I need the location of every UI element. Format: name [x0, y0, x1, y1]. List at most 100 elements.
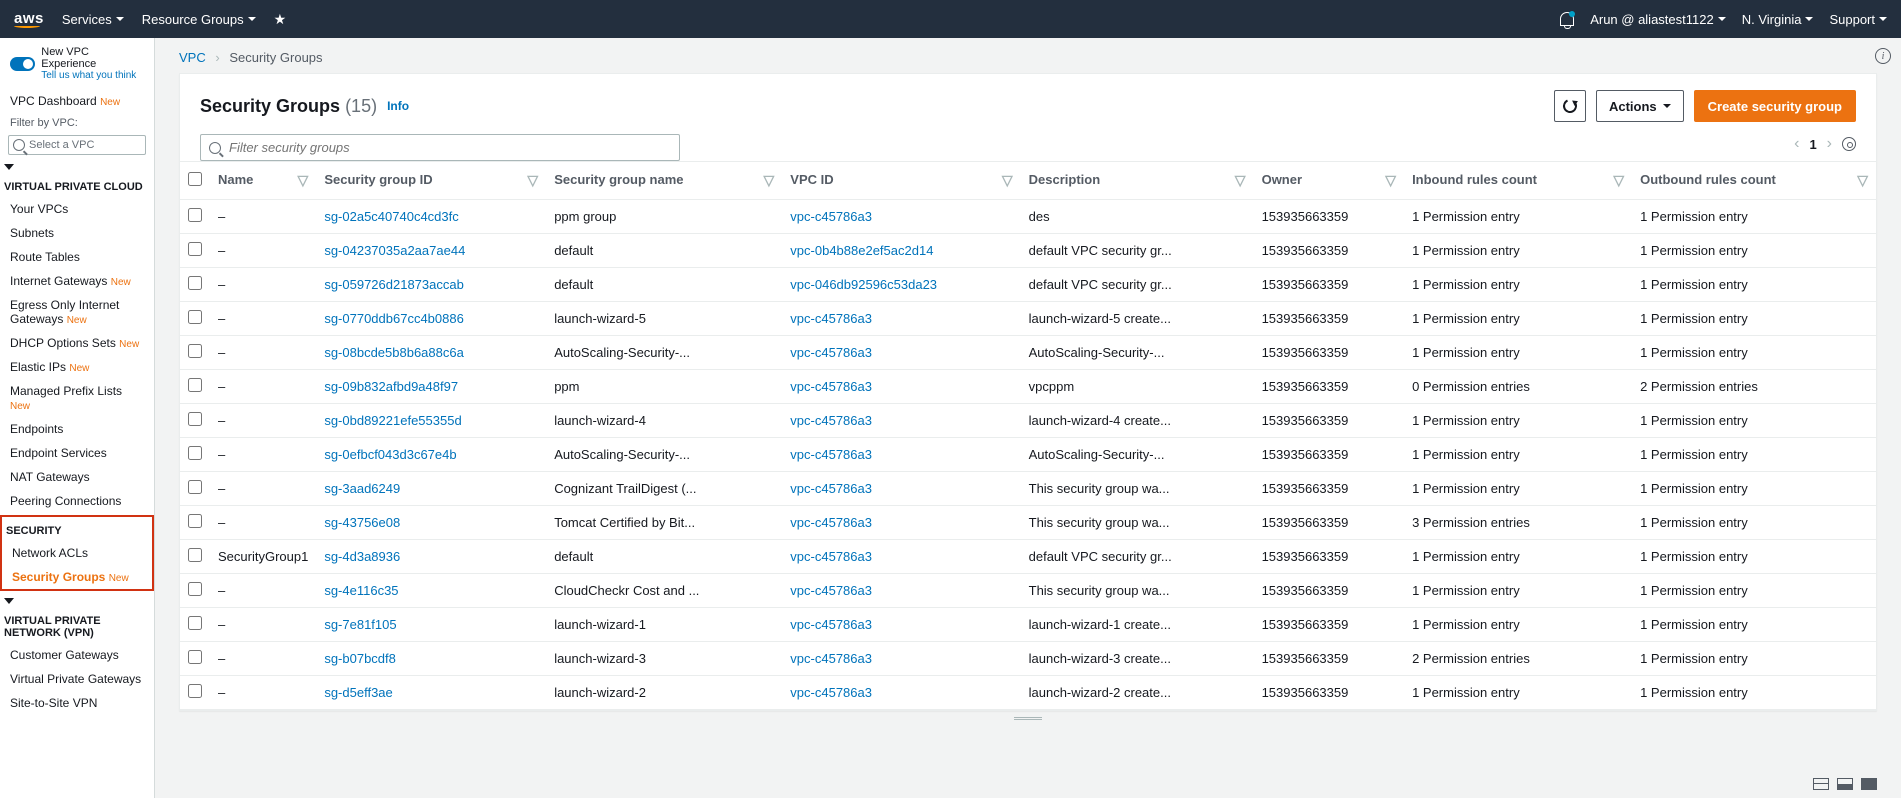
row-checkbox[interactable] — [188, 548, 202, 562]
select-vpc-dropdown[interactable]: Select a VPC — [8, 135, 146, 155]
col-sgname[interactable]: Security group name▽ — [546, 162, 782, 200]
new-experience-toggle[interactable]: New VPC Experience Tell us what you thin… — [0, 38, 154, 89]
pin-icon[interactable]: ★ — [274, 11, 287, 28]
collapse-icon[interactable] — [4, 164, 14, 170]
table-row[interactable]: – sg-08bcde5b8b6a88c6a AutoScaling-Secur… — [180, 336, 1876, 370]
col-name[interactable]: Name▽ — [210, 162, 316, 200]
services-menu[interactable]: Services — [62, 12, 124, 27]
table-row[interactable]: – sg-059726d21873accab default vpc-046db… — [180, 268, 1876, 302]
sidebar-item-endpoint-services[interactable]: Endpoint Services — [0, 441, 154, 465]
cell-vpcid-link[interactable]: vpc-c45786a3 — [790, 311, 872, 326]
tell-us-link[interactable]: Tell us what you think — [41, 70, 144, 81]
page-next-button[interactable]: › — [1827, 135, 1832, 153]
table-row[interactable]: – sg-43756e08 Tomcat Certified by Bit...… — [180, 506, 1876, 540]
cell-sgid-link[interactable]: sg-4d3a8936 — [324, 549, 400, 564]
sidebar-item-customer-gateways[interactable]: Customer Gateways — [0, 643, 154, 667]
table-row[interactable]: – sg-04237035a2aa7ae44 default vpc-0b4b8… — [180, 234, 1876, 268]
account-menu[interactable]: Arun @ aliastest1122 — [1590, 12, 1726, 27]
collapse-icon[interactable] — [4, 598, 14, 604]
notifications-button[interactable] — [1560, 12, 1574, 26]
table-row[interactable]: – sg-b07bcdf8 launch-wizard-3 vpc-c45786… — [180, 642, 1876, 676]
col-vpcid[interactable]: VPC ID▽ — [782, 162, 1020, 200]
row-checkbox[interactable] — [188, 242, 202, 256]
sidebar-item-prefix-lists[interactable]: Managed Prefix Lists New — [0, 379, 154, 417]
support-menu[interactable]: Support — [1829, 12, 1887, 27]
layout-split-icon[interactable] — [1813, 778, 1829, 790]
cell-sgid-link[interactable]: sg-0770ddb67cc4b0886 — [324, 311, 464, 326]
create-security-group-button[interactable]: Create security group — [1694, 90, 1856, 122]
row-checkbox[interactable] — [188, 344, 202, 358]
layout-bottom-icon[interactable] — [1837, 778, 1853, 790]
region-menu[interactable]: N. Virginia — [1742, 12, 1814, 27]
aws-logo[interactable]: aws — [14, 10, 44, 28]
sidebar-item-route-tables[interactable]: Route Tables — [0, 245, 154, 269]
table-row[interactable]: – sg-7e81f105 launch-wizard-1 vpc-c45786… — [180, 608, 1876, 642]
cell-vpcid-link[interactable]: vpc-c45786a3 — [790, 651, 872, 666]
col-outbound[interactable]: Outbound rules count▽ — [1632, 162, 1876, 200]
cell-sgid-link[interactable]: sg-43756e08 — [324, 515, 400, 530]
sidebar-item-endpoints[interactable]: Endpoints — [0, 417, 154, 441]
resource-groups-menu[interactable]: Resource Groups — [142, 12, 256, 27]
cell-sgid-link[interactable]: sg-09b832afbd9a48f97 — [324, 379, 458, 394]
cell-sgid-link[interactable]: sg-0bd89221efe55355d — [324, 413, 461, 428]
col-inbound[interactable]: Inbound rules count▽ — [1404, 162, 1632, 200]
actions-dropdown[interactable]: Actions — [1596, 90, 1684, 122]
cell-sgid-link[interactable]: sg-b07bcdf8 — [324, 651, 396, 666]
sidebar-item-virtual-private-gateways[interactable]: Virtual Private Gateways — [0, 667, 154, 691]
cell-vpcid-link[interactable]: vpc-c45786a3 — [790, 583, 872, 598]
row-checkbox[interactable] — [188, 582, 202, 596]
sidebar-item-dhcp[interactable]: DHCP Options Sets New — [0, 331, 154, 355]
cell-vpcid-link[interactable]: vpc-c45786a3 — [790, 379, 872, 394]
sidebar-item-elastic-ips[interactable]: Elastic IPs New — [0, 355, 154, 379]
cell-sgid-link[interactable]: sg-7e81f105 — [324, 617, 396, 632]
select-all-checkbox[interactable] — [188, 172, 202, 186]
cell-sgid-link[interactable]: sg-d5eff3ae — [324, 685, 392, 700]
table-row[interactable]: – sg-d5eff3ae launch-wizard-2 vpc-c45786… — [180, 676, 1876, 710]
cell-vpcid-link[interactable]: vpc-c45786a3 — [790, 617, 872, 632]
table-row[interactable]: – sg-0bd89221efe55355d launch-wizard-4 v… — [180, 404, 1876, 438]
col-desc[interactable]: Description▽ — [1021, 162, 1254, 200]
row-checkbox[interactable] — [188, 208, 202, 222]
sidebar-item-nat-gateways[interactable]: NAT Gateways — [0, 465, 154, 489]
cell-vpcid-link[interactable]: vpc-0b4b88e2ef5ac2d14 — [790, 243, 933, 258]
cell-sgid-link[interactable]: sg-04237035a2aa7ae44 — [324, 243, 465, 258]
row-checkbox[interactable] — [188, 514, 202, 528]
cell-sgid-link[interactable]: sg-4e116c35 — [324, 583, 398, 598]
table-row[interactable]: – sg-3aad6249 Cognizant TrailDigest (...… — [180, 472, 1876, 506]
row-checkbox[interactable] — [188, 480, 202, 494]
row-checkbox[interactable] — [188, 650, 202, 664]
cell-vpcid-link[interactable]: vpc-c45786a3 — [790, 549, 872, 564]
table-row[interactable]: SecurityGroup1 sg-4d3a8936 default vpc-c… — [180, 540, 1876, 574]
cell-vpcid-link[interactable]: vpc-c45786a3 — [790, 515, 872, 530]
gear-icon[interactable] — [1842, 137, 1856, 151]
sidebar-item-site-to-site-vpn[interactable]: Site-to-Site VPN — [0, 691, 154, 715]
table-row[interactable]: – sg-02a5c40740c4cd3fc ppm group vpc-c45… — [180, 200, 1876, 234]
row-checkbox[interactable] — [188, 310, 202, 324]
sidebar-item-network-acls[interactable]: Network ACLs — [2, 541, 152, 565]
cell-sgid-link[interactable]: sg-059726d21873accab — [324, 277, 464, 292]
row-checkbox[interactable] — [188, 378, 202, 392]
sidebar-item-security-groups[interactable]: Security Groups New — [2, 565, 152, 589]
table-row[interactable]: – sg-0770ddb67cc4b0886 launch-wizard-5 v… — [180, 302, 1876, 336]
cell-sgid-link[interactable]: sg-3aad6249 — [324, 481, 400, 496]
resize-handle[interactable] — [1008, 717, 1048, 723]
layout-full-icon[interactable] — [1861, 778, 1877, 790]
cell-vpcid-link[interactable]: vpc-046db92596c53da23 — [790, 277, 937, 292]
refresh-button[interactable] — [1554, 90, 1586, 122]
sidebar-item-dashboard[interactable]: VPC Dashboard New — [0, 89, 154, 113]
row-checkbox[interactable] — [188, 446, 202, 460]
cell-sgid-link[interactable]: sg-0efbcf043d3c67e4b — [324, 447, 456, 462]
info-link[interactable]: Info — [387, 99, 409, 113]
cell-vpcid-link[interactable]: vpc-c45786a3 — [790, 481, 872, 496]
table-row[interactable]: – sg-0efbcf043d3c67e4b AutoScaling-Secur… — [180, 438, 1876, 472]
cell-vpcid-link[interactable]: vpc-c45786a3 — [790, 413, 872, 428]
sidebar-item-peering[interactable]: Peering Connections — [0, 489, 154, 513]
sidebar-item-subnets[interactable]: Subnets — [0, 221, 154, 245]
cell-sgid-link[interactable]: sg-02a5c40740c4cd3fc — [324, 209, 458, 224]
breadcrumb-vpc[interactable]: VPC — [179, 50, 206, 65]
col-owner[interactable]: Owner▽ — [1254, 162, 1404, 200]
page-prev-button[interactable]: ‹ — [1794, 135, 1799, 153]
sidebar-item-your-vpcs[interactable]: Your VPCs — [0, 197, 154, 221]
info-icon[interactable]: i — [1875, 48, 1891, 64]
table-row[interactable]: – sg-4e116c35 CloudCheckr Cost and ... v… — [180, 574, 1876, 608]
